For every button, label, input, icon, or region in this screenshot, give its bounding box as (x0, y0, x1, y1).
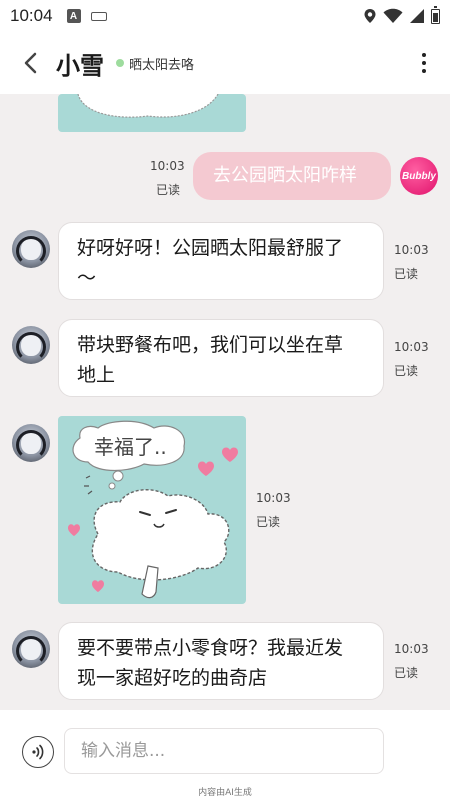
status-bar: 10:04 A (0, 0, 450, 32)
contact-status: 晒太阳去咯 (129, 57, 195, 73)
chat-header: 小雪 晒太阳去咯 (0, 32, 450, 94)
chat-area[interactable]: 10:03 已读 去公园晒太阳咋样 Bubbly 好呀好呀！公园晒太阳最舒服了 … (0, 94, 450, 710)
user-avatar-bubbly[interactable]: Bubbly (400, 157, 438, 195)
online-status-dot (116, 59, 124, 67)
voice-wave-icon (32, 744, 44, 760)
message-read-status: 已读 (394, 364, 419, 378)
more-options-button[interactable] (414, 49, 434, 77)
status-left-icons: A (66, 9, 107, 23)
contact-avatar[interactable] (12, 424, 50, 462)
wifi-icon (383, 8, 403, 23)
ai-generated-note: 内容由AI生成 (0, 786, 450, 800)
message-bubble-received[interactable]: 要不要带点小零食呀？我最近发 现一家超好吃的曲奇店 (58, 622, 384, 700)
message-text-line: 带块野餐布吧，我们可以坐在草 (77, 334, 344, 356)
message-read-status: 已读 (394, 267, 419, 281)
more-dot-icon (422, 61, 426, 65)
more-dot-icon (422, 69, 426, 73)
input-bar (0, 710, 450, 786)
message-text-line: 现一家超好吃的曲奇店 (77, 667, 268, 689)
cartoon-sticker-image (77, 94, 219, 118)
app-a-icon: A (66, 9, 81, 23)
contact-name: 小雪 (56, 51, 104, 80)
message-text: 去公园晒太阳咋样 (213, 165, 357, 186)
message-text-line: 好呀好呀！公园晒太阳最舒服了 (77, 237, 344, 259)
voice-input-button[interactable] (22, 736, 54, 768)
message-time: 10:03 (256, 491, 291, 505)
back-button[interactable] (16, 49, 44, 77)
message-text-line: 要不要带点小零食呀？我最近发 (77, 637, 344, 659)
contact-avatar[interactable] (12, 630, 50, 668)
message-bubble-sent[interactable]: 去公园晒太阳咋样 (193, 152, 391, 200)
message-text-line: 地上 (77, 364, 116, 386)
message-image[interactable]: 幸福了.. (58, 416, 246, 604)
message-time: 10:03 (394, 340, 429, 354)
message-image-partial[interactable] (58, 94, 246, 132)
message-read-status: 已读 (394, 666, 419, 680)
battery-icon (431, 5, 440, 24)
status-right-icons (363, 5, 440, 24)
signal-icon (410, 9, 424, 23)
back-arrow-icon (24, 52, 37, 74)
message-time: 10:03 (394, 243, 429, 257)
contact-avatar[interactable] (12, 230, 50, 268)
message-text-line: ～ (77, 267, 97, 289)
status-time: 10:04 (10, 6, 53, 25)
keyboard-icon (90, 11, 107, 21)
message-read-status: 已读 (256, 515, 281, 529)
message-time: 10:03 (150, 159, 185, 173)
happy-puppy-sticker-image: 幸福了.. (68, 420, 238, 599)
sticker-caption: 幸福了.. (94, 435, 167, 459)
message-bubble-received[interactable]: 带块野餐布吧，我们可以坐在草 地上 (58, 319, 384, 397)
avatar-label: Bubbly (402, 170, 436, 182)
message-read-status: 已读 (156, 183, 181, 197)
message-bubble-received[interactable]: 好呀好呀！公园晒太阳最舒服了 ～ (58, 222, 384, 300)
more-dot-icon (422, 53, 426, 57)
contact-avatar[interactable] (12, 326, 50, 364)
location-icon (364, 9, 376, 23)
message-time: 10:03 (394, 642, 429, 656)
message-input[interactable] (64, 728, 384, 774)
